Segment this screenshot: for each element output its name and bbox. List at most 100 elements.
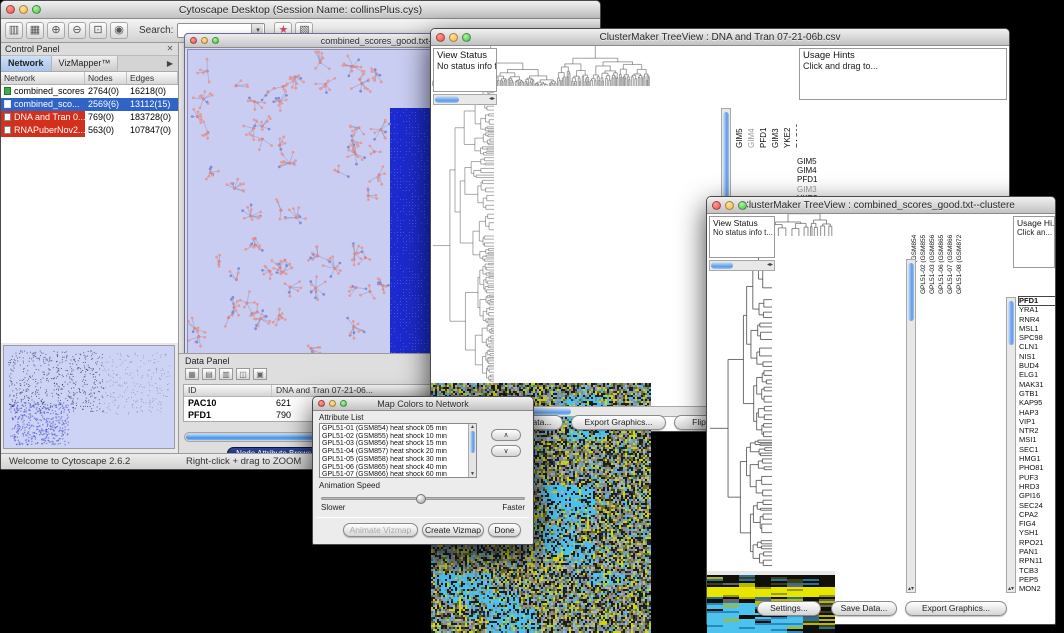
done-button[interactable]: Done bbox=[488, 523, 521, 537]
create-vizmap-button[interactable]: Create Vizmap bbox=[422, 523, 484, 537]
gene-label[interactable]: GPI16 bbox=[1019, 492, 1055, 500]
network-table-row[interactable]: DNA and Tran 0...769(0)183728(0) bbox=[1, 111, 178, 124]
attribute-item[interactable]: GPL51-07 (GSM866) heat shock 60 min bbox=[321, 471, 467, 478]
attribute-item[interactable]: GPL51-04 (GSM857) heat shock 20 min bbox=[321, 448, 467, 456]
gene-label[interactable]: HRD3 bbox=[1019, 483, 1055, 491]
scrollbar-arrows-icon[interactable]: ▴▾ bbox=[907, 585, 915, 592]
minimize-button[interactable] bbox=[19, 5, 28, 14]
attribute-item[interactable]: GPL51-03 (GSM856) heat shock 15 min bbox=[321, 440, 467, 448]
gene-label[interactable]: MSI1 bbox=[1019, 436, 1055, 444]
row-dendrogram[interactable] bbox=[431, 87, 495, 383]
gene-label[interactable]: VIP1 bbox=[1019, 418, 1055, 426]
zoom-in-icon[interactable]: ⊕ bbox=[47, 22, 65, 39]
row-dendrogram[interactable] bbox=[707, 237, 773, 571]
zoom-button[interactable] bbox=[340, 400, 347, 407]
scrollbar-thumb[interactable] bbox=[1008, 301, 1014, 345]
gene-label[interactable]: NTR2 bbox=[1019, 427, 1055, 435]
gene-label[interactable]: BUD4 bbox=[1019, 362, 1055, 370]
treeview-dna-titlebar[interactable]: ClusterMaker TreeView : DNA and Tran 07-… bbox=[431, 29, 1009, 46]
minimize-button[interactable] bbox=[449, 33, 458, 42]
gene-label[interactable]: RPO21 bbox=[1019, 539, 1055, 547]
main-titlebar[interactable]: Cytoscape Desktop (Session Name: collins… bbox=[1, 1, 600, 19]
minimize-button[interactable] bbox=[201, 37, 208, 44]
gene-label[interactable]: PUF3 bbox=[1019, 474, 1055, 482]
close-button[interactable] bbox=[712, 201, 721, 210]
export-graphics-button[interactable]: Export Graphics... bbox=[905, 601, 1007, 616]
save-data-button[interactable]: Save Data... bbox=[831, 601, 897, 616]
gene-label[interactable]: MON2 bbox=[1019, 585, 1055, 593]
treeview-combined-titlebar[interactable]: ClusterMaker TreeView : combined_scores_… bbox=[707, 197, 1055, 214]
list-vscrollbar[interactable]: ▲ ▼ bbox=[468, 424, 476, 477]
select-attributes-icon[interactable]: ▦ bbox=[185, 368, 199, 380]
network-table-row[interactable]: RNAPuberNov2...563(0)107847(0) bbox=[1, 124, 178, 137]
close-button[interactable] bbox=[436, 33, 445, 42]
select-all-icon[interactable]: ▤ bbox=[202, 368, 216, 380]
gene-label[interactable]: PFD1 bbox=[1019, 297, 1055, 305]
network-table-row[interactable]: combined_scores2764(0)16218(0) bbox=[1, 85, 178, 98]
move-down-button[interactable]: ∨ bbox=[491, 445, 521, 457]
network-table-column-header[interactable]: Network bbox=[1, 72, 85, 84]
attribute-list[interactable]: GPL51-01 (GSM854) heat shock 05 minGPL51… bbox=[319, 423, 477, 478]
slider-thumb[interactable] bbox=[416, 494, 426, 504]
animate-vizmap-button[interactable]: Animate Vizmap bbox=[343, 523, 418, 537]
zoom-button[interactable] bbox=[212, 37, 219, 44]
network-overview-thumbnail[interactable] bbox=[4, 346, 174, 448]
gene-label[interactable]: YRA1 bbox=[1019, 306, 1055, 314]
gene-label[interactable]: TCB3 bbox=[1019, 567, 1055, 575]
tree-hscrollbar[interactable]: ◂▸ bbox=[709, 260, 775, 271]
dialog-titlebar[interactable]: Map Colors to Network bbox=[313, 397, 533, 411]
scrollbar-thumb[interactable] bbox=[711, 262, 733, 269]
gene-label[interactable]: FIG4 bbox=[1019, 520, 1055, 528]
close-button[interactable] bbox=[318, 400, 325, 407]
unselect-all-icon[interactable]: ▥ bbox=[219, 368, 233, 380]
attribute-item[interactable]: GPL51-06 (GSM865) heat shock 40 min bbox=[321, 464, 467, 472]
close-button[interactable] bbox=[6, 5, 15, 14]
scrollbar-arrows-icon[interactable]: ◂▸ bbox=[489, 95, 495, 104]
scrollbar-thumb[interactable] bbox=[723, 112, 729, 198]
save-icon[interactable]: ▦ bbox=[26, 22, 44, 39]
tab-overflow-arrow-icon[interactable]: ▶ bbox=[162, 56, 178, 71]
gene-label[interactable]: PHO81 bbox=[1019, 464, 1055, 472]
scrollbar-thumb[interactable] bbox=[470, 431, 475, 453]
heatmap-vscrollbar[interactable]: ▴▾ bbox=[906, 259, 916, 593]
scrollbar-arrows-icon[interactable]: ▴▾ bbox=[1007, 585, 1015, 592]
gene-label[interactable]: RPN11 bbox=[1019, 557, 1055, 565]
import-attributes-icon[interactable]: ▣ bbox=[253, 368, 267, 380]
zoom-selected-icon[interactable]: ◉ bbox=[110, 22, 128, 39]
network-table-row[interactable]: combined_sco...2569(6)13112(15) bbox=[1, 98, 178, 111]
gene-label[interactable]: YSH1 bbox=[1019, 529, 1055, 537]
gene-label[interactable]: SEC24 bbox=[1019, 502, 1055, 510]
gene-label[interactable]: CPA2 bbox=[1019, 511, 1055, 519]
attribute-item[interactable]: GPL51-05 (GSM858) heat shock 30 min bbox=[321, 456, 467, 464]
gene-label[interactable]: NIS1 bbox=[1019, 353, 1055, 361]
gene-label[interactable]: CLN1 bbox=[1019, 343, 1055, 351]
tree-hscrollbar[interactable]: ◂▸ bbox=[433, 94, 497, 105]
gene-label[interactable]: PAN1 bbox=[1019, 548, 1055, 556]
scroll-down-icon[interactable]: ▼ bbox=[469, 471, 476, 477]
new-attribute-icon[interactable]: ◫ bbox=[236, 368, 250, 380]
gene-label[interactable]: MAK31 bbox=[1019, 381, 1055, 389]
network-table-column-header[interactable]: Nodes bbox=[85, 72, 127, 84]
network-table-column-header[interactable]: Edges bbox=[127, 72, 178, 84]
minimize-button[interactable] bbox=[725, 201, 734, 210]
gene-label[interactable]: HMG1 bbox=[1019, 455, 1055, 463]
attribute-item[interactable]: GPL51-02 (GSM855) heat shock 10 min bbox=[321, 433, 467, 441]
open-icon[interactable]: ▥ bbox=[5, 22, 23, 39]
tab-vizmapper[interactable]: VizMapper™ bbox=[52, 56, 119, 71]
scrollbar-arrows-icon[interactable]: ◂▸ bbox=[767, 261, 773, 270]
minimize-button[interactable] bbox=[329, 400, 336, 407]
gene-label[interactable]: ELG1 bbox=[1019, 371, 1055, 379]
zoom-fit-icon[interactable]: ⊡ bbox=[89, 22, 107, 39]
gene-label[interactable]: HAP3 bbox=[1019, 409, 1055, 417]
scrollbar-thumb[interactable] bbox=[908, 263, 914, 321]
attribute-column-header[interactable]: ID bbox=[184, 385, 272, 396]
zoom-button[interactable] bbox=[32, 5, 41, 14]
tab-network[interactable]: Network bbox=[1, 56, 52, 71]
export-graphics-button[interactable]: Export Graphics... bbox=[571, 415, 666, 430]
gene-label[interactable]: SEC1 bbox=[1019, 446, 1055, 454]
close-icon[interactable]: ✕ bbox=[165, 44, 175, 53]
gene-label[interactable]: PEP5 bbox=[1019, 576, 1055, 584]
animation-speed-slider[interactable] bbox=[321, 497, 525, 500]
move-up-button[interactable]: ∧ bbox=[491, 429, 521, 441]
gene-label[interactable]: KAP95 bbox=[1019, 399, 1055, 407]
